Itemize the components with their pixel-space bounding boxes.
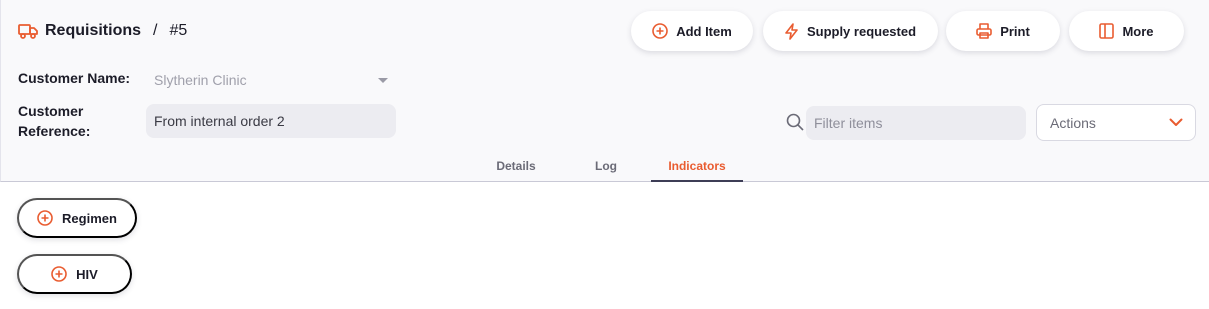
regimen-button[interactable]: Regimen bbox=[17, 198, 137, 238]
actions-dropdown[interactable]: Actions bbox=[1036, 104, 1196, 141]
customer-name-value: Slytherin Clinic bbox=[154, 72, 247, 88]
truck-icon bbox=[18, 23, 39, 39]
caret-down-icon bbox=[378, 77, 388, 83]
tab-details-label: Details bbox=[496, 159, 536, 173]
actions-label: Actions bbox=[1050, 114, 1096, 131]
tab-log-label: Log bbox=[595, 159, 617, 173]
more-label: More bbox=[1122, 23, 1154, 39]
filter-items-input[interactable] bbox=[806, 106, 1026, 140]
print-label: Print bbox=[1000, 23, 1030, 39]
tab-indicators-label: Indicators bbox=[668, 159, 726, 173]
customer-name-label: Customer Name: bbox=[18, 70, 131, 86]
search-icon bbox=[786, 113, 804, 136]
tab-details[interactable]: Details bbox=[481, 152, 551, 182]
chevron-down-icon bbox=[1169, 118, 1183, 127]
sidebar-panel-icon bbox=[1099, 23, 1115, 39]
hiv-label: HIV bbox=[76, 266, 98, 282]
plus-circle-icon bbox=[652, 23, 668, 39]
customer-reference-field[interactable]: From internal order 2 bbox=[146, 104, 396, 138]
customer-reference-value: From internal order 2 bbox=[154, 113, 285, 129]
page-header: Requisitions / #5 Add Item Supply reques… bbox=[0, 0, 1209, 182]
more-button[interactable]: More bbox=[1069, 11, 1184, 51]
plus-circle-icon bbox=[51, 266, 67, 282]
add-item-button[interactable]: Add Item bbox=[631, 11, 753, 51]
printer-icon bbox=[976, 23, 992, 39]
tab-log[interactable]: Log bbox=[581, 152, 631, 182]
tab-indicators[interactable]: Indicators bbox=[651, 152, 743, 182]
regimen-label: Regimen bbox=[62, 210, 117, 226]
print-button[interactable]: Print bbox=[946, 11, 1060, 51]
customer-reference-label: Customer Reference: bbox=[18, 101, 90, 141]
supply-requested-label: Supply requested bbox=[806, 23, 917, 39]
plus-circle-icon bbox=[37, 210, 53, 226]
hiv-button[interactable]: HIV bbox=[17, 254, 132, 294]
add-item-label: Add Item bbox=[676, 23, 732, 39]
customer-reference-label-line2: Reference: bbox=[18, 123, 91, 139]
customer-reference-label-line1: Customer bbox=[18, 103, 84, 119]
customer-name-select[interactable]: Slytherin Clinic bbox=[146, 68, 396, 92]
lightning-icon bbox=[785, 22, 799, 40]
breadcrumb-separator: / bbox=[153, 22, 158, 39]
page-title: #5 bbox=[169, 22, 188, 39]
breadcrumb: Requisitions / #5 bbox=[18, 21, 187, 41]
breadcrumb-requisitions[interactable]: Requisitions bbox=[45, 22, 141, 40]
supply-requested-button[interactable]: Supply requested bbox=[763, 11, 938, 51]
